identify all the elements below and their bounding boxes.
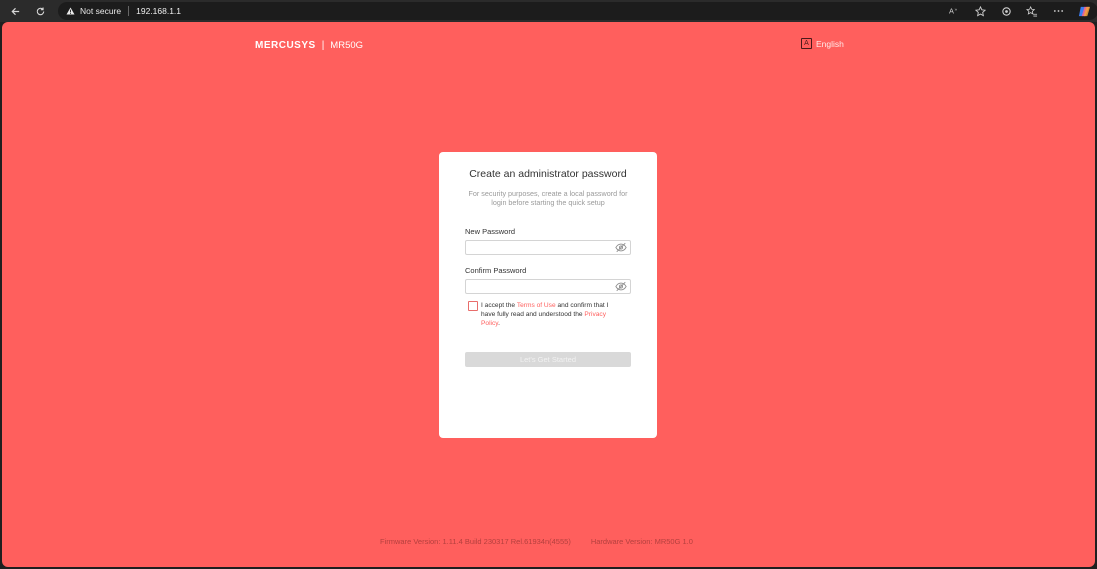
- browser-toolbar: Not secure 192.168.1.1 A»: [0, 0, 1097, 22]
- reload-icon: [36, 6, 44, 15]
- read-aloud-icon[interactable]: A»: [941, 0, 967, 22]
- eye-hidden-icon[interactable]: [615, 281, 627, 292]
- address-divider: [128, 6, 130, 16]
- get-started-button[interactable]: Let's Get Started: [465, 352, 631, 367]
- svg-text:»: »: [954, 7, 957, 12]
- brand-divider: |: [321, 40, 325, 51]
- card-subtitle: For security purposes, create a local pa…: [468, 189, 628, 207]
- language-selector[interactable]: A English: [801, 38, 844, 49]
- hardware-version: Hardware Version: MR50G 1.0: [590, 537, 693, 546]
- warning-icon[interactable]: [66, 7, 75, 15]
- extensions-icon[interactable]: [993, 0, 1019, 22]
- terms-of-use-link[interactable]: Terms of Use: [517, 302, 556, 309]
- brand-header: MERCUSYS | MR50G: [255, 40, 363, 51]
- new-password-input[interactable]: [466, 245, 614, 258]
- terms-suffix: .: [498, 320, 500, 327]
- security-label[interactable]: Not secure: [80, 6, 121, 16]
- firmware-version: Firmware Version: 1.11.4 Build 230317 Re…: [380, 537, 571, 546]
- terms-prefix: I accept the: [481, 302, 517, 309]
- more-icon[interactable]: [1045, 0, 1071, 22]
- terms-checkbox[interactable]: [468, 301, 478, 311]
- confirm-password-field[interactable]: [465, 279, 631, 297]
- copilot-icon[interactable]: [1071, 0, 1097, 22]
- version-footer: Firmware Version: 1.11.4 Build 230317 Re…: [380, 537, 693, 546]
- model-name: MR50G: [330, 40, 364, 51]
- favorite-icon[interactable]: [967, 0, 993, 22]
- password-card: Create an administrator password For sec…: [439, 152, 657, 438]
- card-title: Create an administrator password: [469, 168, 627, 180]
- url-text[interactable]: 192.168.1.1: [136, 6, 181, 16]
- confirm-password-label: Confirm Password: [465, 266, 527, 275]
- back-button[interactable]: [4, 0, 26, 22]
- browser-actions: A»: [941, 0, 1097, 22]
- arrow-left-icon: [10, 7, 19, 15]
- language-icon: A: [801, 38, 812, 49]
- page-viewport: MERCUSYS | MR50G A English Create an adm…: [2, 22, 1095, 567]
- language-label[interactable]: English: [816, 39, 844, 49]
- confirm-password-input[interactable]: [466, 284, 614, 297]
- terms-text: I accept the Terms of Use and confirm th…: [481, 301, 621, 328]
- favorites-bar-icon[interactable]: [1019, 0, 1045, 22]
- svg-text:A: A: [949, 7, 954, 16]
- new-password-field[interactable]: [465, 240, 631, 258]
- brand-logo: MERCUSYS: [255, 40, 316, 51]
- reload-button[interactable]: [29, 0, 51, 22]
- eye-hidden-icon[interactable]: [615, 242, 627, 253]
- new-password-label: New Password: [465, 227, 516, 236]
